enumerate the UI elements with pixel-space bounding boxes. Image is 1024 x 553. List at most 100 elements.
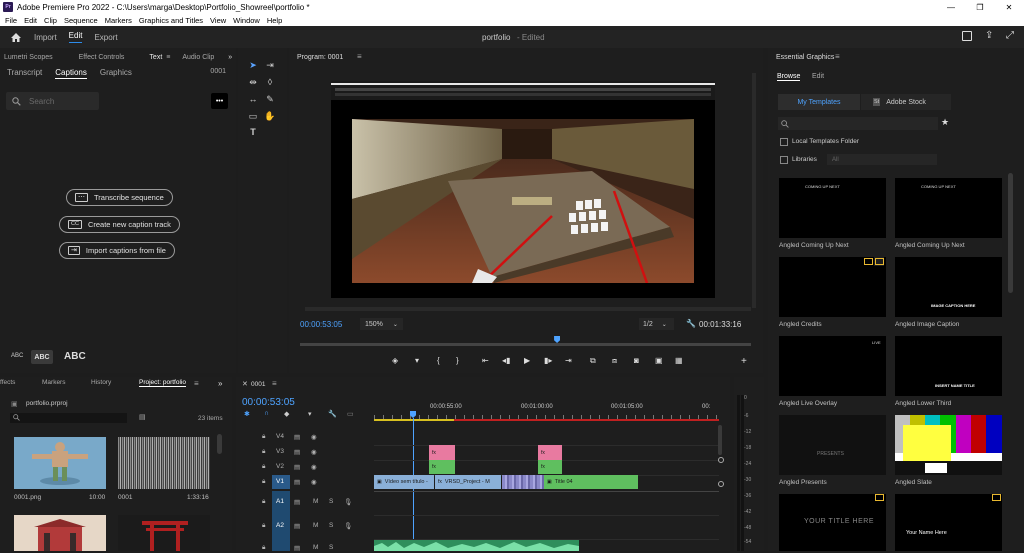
libraries-select[interactable]: All: [827, 154, 937, 165]
tab-history[interactable]: History: [91, 379, 111, 386]
panel-overflow-icon[interactable]: »: [228, 54, 232, 61]
sync-icon[interactable]: ▤: [294, 463, 300, 471]
timeline-clip-v2[interactable]: fx: [538, 460, 562, 474]
template-thumb[interactable]: LIVE: [779, 336, 886, 396]
program-playhead[interactable]: [554, 336, 561, 343]
add-marker-icon[interactable]: ◈: [392, 356, 398, 365]
home-icon[interactable]: [10, 32, 22, 43]
template-thumb[interactable]: [779, 257, 886, 317]
pen-tool-icon[interactable]: ✎: [263, 93, 277, 105]
solo-button[interactable]: S: [329, 522, 333, 529]
timeline-clip-v1[interactable]: fx VRSD_Project - M: [435, 475, 501, 489]
overwrite-icon[interactable]: ▣: [655, 356, 663, 365]
menu-graphics[interactable]: Graphics and Titles: [139, 16, 203, 25]
mute-button[interactable]: M: [313, 522, 318, 529]
monitor-menu-icon[interactable]: ≡: [357, 52, 362, 61]
solo-button[interactable]: S: [329, 544, 333, 551]
lock-icon[interactable]: 🔒︎: [262, 478, 265, 486]
tab-eg-edit[interactable]: Edit: [812, 73, 824, 80]
workspace-import[interactable]: Import: [34, 33, 57, 42]
project-menu-icon[interactable]: ≡: [194, 379, 199, 388]
fullscreen-icon[interactable]: ⤢: [1006, 30, 1014, 41]
tab-markers[interactable]: Markers: [42, 379, 65, 386]
solo-button[interactable]: S: [329, 498, 333, 505]
program-scrub-bar[interactable]: [300, 343, 751, 346]
marker-flag-icon[interactable]: ▾: [308, 410, 312, 418]
step-forward-icon[interactable]: ▮▸: [544, 356, 552, 365]
template-thumb[interactable]: COMING UP NEXT: [895, 178, 1002, 238]
close-button[interactable]: ✕: [994, 0, 1024, 14]
tab-effects[interactable]: ffects: [0, 379, 15, 386]
new-bin-icon[interactable]: ▤: [139, 413, 146, 421]
import-captions-button[interactable]: ⇥ Import captions from file: [59, 242, 175, 259]
text-size-small[interactable]: ABC: [11, 353, 23, 359]
menu-edit[interactable]: Edit: [24, 16, 37, 25]
timeline-clip-v2[interactable]: fx: [429, 460, 455, 474]
maximize-button[interactable]: ❐: [965, 0, 995, 14]
my-templates-tab[interactable]: My Templates: [778, 94, 860, 110]
razor-tool-icon[interactable]: ◊: [263, 76, 277, 88]
template-thumb[interactable]: COMING UP NEXT: [779, 178, 886, 238]
tab-text[interactable]: Text: [149, 54, 162, 61]
timeline-clip-title[interactable]: ▣ Title 04: [544, 475, 638, 489]
workspace-export[interactable]: Export: [94, 33, 117, 42]
ripple-edit-tool-icon[interactable]: ⇹: [246, 76, 260, 88]
tab-browse[interactable]: Browse: [777, 73, 801, 81]
libraries-checkbox[interactable]: [780, 156, 788, 164]
project-thumb[interactable]: [118, 515, 210, 551]
lock-icon[interactable]: 🔒︎: [262, 498, 265, 506]
audio-clip-a3[interactable]: [374, 540, 579, 551]
menu-view[interactable]: View: [210, 16, 226, 25]
minimize-button[interactable]: —: [936, 0, 966, 14]
eye-icon[interactable]: ◉: [311, 463, 317, 471]
template-thumb[interactable]: PRESENTS: [779, 415, 886, 475]
timeline-clip-v3[interactable]: fx: [429, 445, 455, 460]
template-thumb[interactable]: YOUR TITLE HERE: [779, 494, 886, 551]
timeline-menu-icon[interactable]: ≡: [272, 379, 277, 388]
tab-graphics[interactable]: Graphics: [100, 68, 132, 82]
eye-icon[interactable]: ◉: [311, 448, 317, 456]
template-thumb[interactable]: IMAGE CAPTION HERE: [864, 257, 1002, 317]
adobe-stock-tab[interactable]: St Adobe Stock: [861, 94, 951, 110]
linked-selection-icon[interactable]: ∩: [264, 410, 269, 417]
timeline-clip-v1-cuts[interactable]: [502, 475, 544, 489]
extract-icon[interactable]: ⧈: [612, 356, 617, 366]
quick-export-icon[interactable]: [962, 31, 972, 41]
program-timecode[interactable]: 00:00:53:05: [300, 320, 342, 329]
camera-icon[interactable]: ◙: [634, 356, 639, 365]
insert-icon[interactable]: ▦: [675, 356, 683, 365]
wrench-icon[interactable]: 🔧: [328, 410, 337, 418]
lock-icon[interactable]: 🔒︎: [262, 463, 265, 471]
close-tab-icon[interactable]: ✕: [242, 380, 248, 388]
project-scrollbar[interactable]: [217, 434, 222, 454]
zoom-select[interactable]: 150% ⌄: [360, 318, 403, 330]
timeline-zoom-handle[interactable]: [718, 457, 724, 463]
settings-wrench-icon[interactable]: 🔧: [686, 319, 696, 328]
lock-icon[interactable]: 🔒︎: [262, 522, 265, 530]
type-tool-icon[interactable]: T: [246, 126, 260, 138]
track-select-tool-icon[interactable]: ⇥: [263, 59, 277, 71]
program-video-frame[interactable]: [331, 81, 715, 298]
share-icon[interactable]: ⇪: [985, 30, 993, 41]
lift-icon[interactable]: ⧉: [590, 356, 596, 366]
caption-search-field[interactable]: Search: [6, 92, 99, 110]
project-thumb[interactable]: [14, 437, 106, 489]
workspace-edit[interactable]: Edit: [68, 31, 83, 43]
sync-icon[interactable]: ▤: [294, 433, 300, 441]
timeline-zoom-handle[interactable]: [718, 481, 724, 487]
mark-out-icon[interactable]: }: [456, 356, 459, 365]
monitor-h-scrollbar[interactable]: [305, 307, 751, 311]
lock-icon[interactable]: 🔒︎: [262, 448, 265, 456]
monitor-v-scrollbar[interactable]: [752, 73, 756, 308]
tab-captions[interactable]: Captions: [55, 68, 87, 79]
microphone-icon[interactable]: 🎙︎: [344, 522, 352, 530]
play-button-icon[interactable]: ▶: [524, 356, 530, 365]
eg-menu-icon[interactable]: ≡: [835, 52, 840, 61]
menu-file[interactable]: File: [5, 16, 17, 25]
resolution-select[interactable]: 1/2 ⌄: [639, 318, 674, 330]
sync-icon[interactable]: ▤: [294, 448, 300, 456]
go-to-out-icon[interactable]: ⇥: [565, 356, 572, 365]
lock-icon[interactable]: 🔒︎: [262, 433, 265, 441]
slip-tool-icon[interactable]: ↔: [246, 93, 260, 105]
menu-help[interactable]: Help: [267, 16, 282, 25]
